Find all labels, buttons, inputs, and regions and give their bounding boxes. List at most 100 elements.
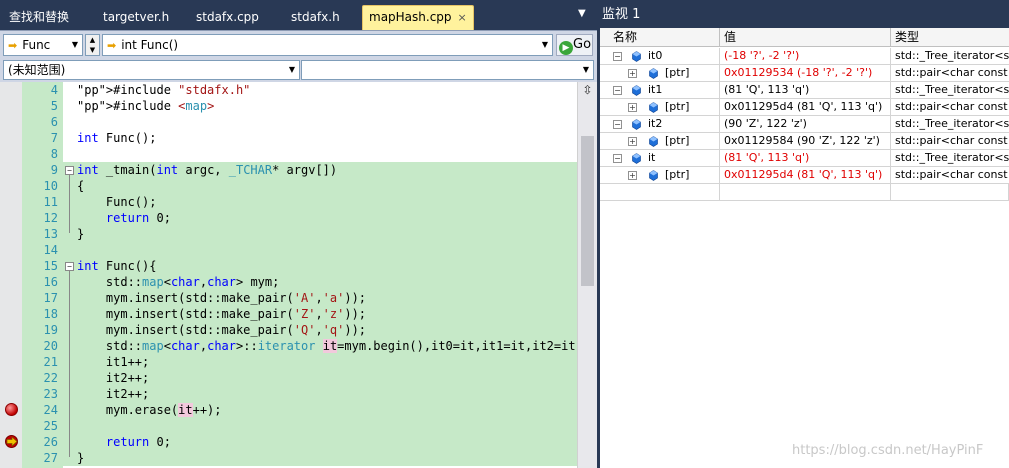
tab-stdafx-h[interactable]: stdafx.h: [291, 6, 340, 28]
watch-row[interactable]: + [ptr] 0x011295d4 (81 'Q', 113 'q') std::p…: [600, 167, 1009, 184]
code-line[interactable]: "pp">#include "stdafx.h": [63, 82, 577, 98]
expand-icon[interactable]: +: [628, 171, 637, 180]
line-number: 12: [43, 211, 58, 225]
member-combo[interactable]: ➡ int Func() ▼: [102, 34, 553, 56]
line-number: 20: [43, 339, 58, 353]
secondary-combo[interactable]: ▼: [301, 60, 594, 80]
line-number: 14: [43, 243, 58, 257]
scrollbar-thumb[interactable]: [581, 136, 594, 286]
watch-row[interactable]: − it1 (81 'Q', 113 'q') std::_Tree_iterator…: [600, 82, 1009, 99]
variable-icon: [649, 68, 658, 79]
code-area[interactable]: 4 5 6 7 8 9 10 11 12 13 14 15 16 17 18 19 20 21 22 23 24 25 26…: [0, 82, 597, 468]
watch-name: [ptr]: [663, 167, 720, 184]
collapse-icon[interactable]: −: [613, 154, 622, 163]
code-text[interactable]: "pp">#include "stdafx.h" "pp">#include <m…: [63, 82, 583, 468]
code-line[interactable]: [63, 146, 577, 162]
scope-spinner[interactable]: ▲ ▼: [85, 34, 100, 56]
range-combo[interactable]: (未知范围) ▼: [3, 60, 300, 80]
line-number-gutter: 4 5 6 7 8 9 10 11 12 13 14 15 16 17 18 19 20 21 22 23 24 25 26…: [22, 82, 63, 468]
column-value[interactable]: 值: [720, 28, 891, 47]
watch-empty-cell[interactable]: [720, 184, 891, 201]
variable-icon: [649, 102, 658, 113]
column-type[interactable]: 类型: [891, 28, 1009, 47]
chevron-down-icon[interactable]: ▼: [285, 61, 299, 79]
watch-row[interactable]: + [ptr] 0x01129584 (90 'Z', 122 'z') std::p…: [600, 133, 1009, 150]
code-line[interactable]: std::map<char,char>::iterator it=mym.beg…: [63, 338, 583, 354]
collapse-icon[interactable]: −: [65, 166, 74, 175]
code-line[interactable]: [63, 418, 577, 434]
watch-value[interactable]: (81 'Q', 113 'q'): [720, 82, 891, 99]
tab-find-replace[interactable]: 查找和替换: [9, 6, 69, 28]
watermark: https://blog.csdn.net/HayPinF: [792, 443, 984, 458]
watch-value[interactable]: (81 'Q', 113 'q'): [720, 150, 891, 167]
code-line[interactable]: mym.insert(std::make_pair('A','a'));: [63, 290, 577, 306]
go-button[interactable]: ▶ Go: [556, 34, 593, 56]
code-line[interactable]: "pp">#include <map>: [63, 98, 577, 114]
collapse-icon[interactable]: −: [65, 262, 74, 271]
code-line[interactable]: }: [63, 450, 577, 466]
watch-value[interactable]: 0x011295d4 (81 'Q', 113 'q'): [720, 99, 891, 116]
chevron-down-icon[interactable]: ▼: [538, 35, 552, 55]
vertical-scrollbar[interactable]: ⇳: [577, 82, 597, 468]
watch-row[interactable]: − it (81 'Q', 113 'q') std::_Tree_iterator<…: [600, 150, 1009, 167]
code-line-text: mym.insert(std::make_pair('Q','q'));: [77, 323, 367, 337]
breakpoint-margin[interactable]: [0, 82, 22, 468]
column-name[interactable]: 名称: [600, 28, 720, 47]
watch-empty-cell[interactable]: [891, 184, 1009, 201]
collapse-icon[interactable]: −: [613, 120, 622, 129]
chevron-down-icon[interactable]: ▼: [579, 61, 593, 79]
watch-value[interactable]: 0x01129584 (90 'Z', 122 'z'): [720, 133, 891, 150]
tab-list-dropdown-icon[interactable]: ▼: [578, 8, 586, 19]
watch-row[interactable]: + [ptr] 0x01129534 (-18 '?', -2 '?') std::p…: [600, 65, 1009, 82]
code-line-text: int Func(){: [77, 259, 157, 273]
watch-value[interactable]: 0x01129534 (-18 '?', -2 '?'): [720, 65, 891, 82]
expand-icon[interactable]: +: [628, 103, 637, 112]
code-line[interactable]: mym.insert(std::make_pair('Q','q'));: [63, 322, 577, 338]
code-line[interactable]: [63, 114, 577, 130]
watch-value[interactable]: (-18 '?', -2 '?'): [720, 48, 891, 65]
code-line[interactable]: − int _tmain(int argc, _TCHAR* argv[]): [63, 162, 577, 178]
code-line[interactable]: mym.insert(std::make_pair('Z','z'));: [63, 306, 577, 322]
code-line[interactable]: {: [63, 178, 577, 194]
close-icon[interactable]: ×: [458, 6, 467, 29]
code-line[interactable]: it2++;: [63, 386, 577, 402]
watch-row[interactable]: + [ptr] 0x011295d4 (81 'Q', 113 'q') std::p…: [600, 99, 1009, 116]
watch-name: it1: [646, 82, 720, 99]
tab-targetver-h[interactable]: targetver.h: [103, 6, 169, 28]
watch-value[interactable]: (90 'Z', 122 'z'): [720, 116, 891, 133]
collapse-icon[interactable]: −: [613, 52, 622, 61]
code-line-text: Func();: [77, 195, 157, 209]
watch-type: std::_Tree_iterator<std::_Tree_val<std::…: [895, 49, 1009, 62]
watch-name: it: [646, 150, 720, 167]
code-line[interactable]: − int Func(){: [63, 258, 577, 274]
watch-row[interactable]: − it2 (90 'Z', 122 'z') std::_Tree_iterator…: [600, 116, 1009, 133]
code-line[interactable]: }: [63, 226, 577, 242]
arrow-icon: ➡: [8, 39, 18, 52]
code-line[interactable]: return 0;: [63, 434, 577, 450]
code-line[interactable]: mym.erase(it++);: [63, 402, 577, 418]
tab-maphash-cpp[interactable]: mapHash.cpp ×: [362, 5, 474, 30]
code-line[interactable]: std::map<char,char> mym;: [63, 274, 577, 290]
watch-title: 监视 1: [600, 0, 1009, 28]
collapse-icon[interactable]: −: [613, 86, 622, 95]
tab-stdafx-cpp[interactable]: stdafx.cpp: [196, 6, 259, 28]
scope-combo[interactable]: ➡ Func ▼: [3, 34, 83, 56]
code-line[interactable]: Func();: [63, 194, 577, 210]
expand-icon[interactable]: +: [628, 137, 637, 146]
breakpoint-icon[interactable]: [5, 403, 18, 416]
code-line[interactable]: it2++;: [63, 370, 577, 386]
code-line[interactable]: it1++;: [63, 354, 577, 370]
code-line[interactable]: [63, 242, 577, 258]
code-line[interactable]: int Func();: [63, 130, 577, 146]
watch-new-entry-row[interactable]: [600, 184, 1009, 201]
code-line[interactable]: return 0;: [63, 210, 577, 226]
watch-empty-cell[interactable]: [600, 184, 720, 201]
watch-empty-area[interactable]: [600, 201, 1009, 468]
expand-icon[interactable]: +: [628, 69, 637, 78]
chevron-down-icon[interactable]: ▼: [68, 35, 82, 55]
watch-row[interactable]: − it0 (-18 '?', -2 '?') std::_Tree_iterator…: [600, 48, 1009, 65]
line-number: 27: [43, 451, 58, 465]
watch-value[interactable]: 0x011295d4 (81 'Q', 113 'q'): [720, 167, 891, 184]
splitter-icon[interactable]: ⇳: [580, 83, 595, 98]
variable-icon: [632, 153, 641, 164]
